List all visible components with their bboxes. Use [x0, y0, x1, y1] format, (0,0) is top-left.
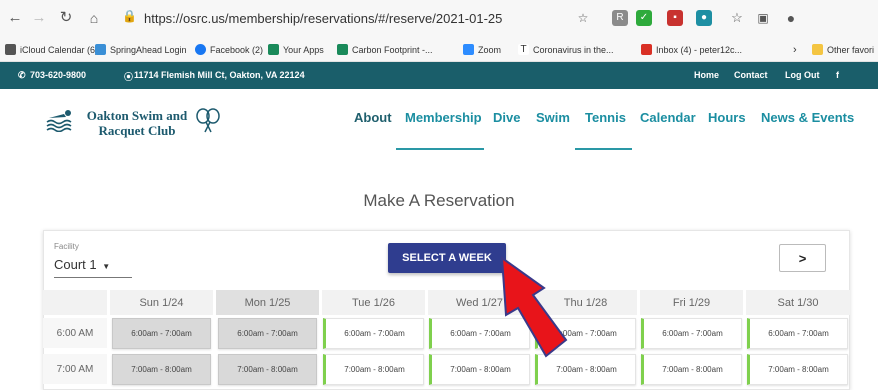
time-slot: 6:00am - 7:00am — [218, 318, 317, 349]
topbar-link-logout[interactable]: Log Out — [785, 70, 820, 80]
facebook-icon[interactable]: f — [836, 70, 839, 80]
profile-icon[interactable]: ● — [782, 9, 800, 27]
select-week-button[interactable]: SELECT A WEEK — [388, 243, 506, 273]
bookmark-carbon[interactable]: Carbon Footprint -... — [337, 37, 433, 62]
apple-icon — [5, 44, 16, 55]
favorite-icon[interactable]: ☆ — [574, 9, 592, 27]
phone-icon: ✆ — [18, 70, 26, 80]
time-column-header — [43, 290, 107, 315]
bookmark-springahead[interactable]: SpringAhead Login — [95, 37, 187, 62]
nav-news-events[interactable]: News & Events — [761, 110, 854, 125]
time-label: 7:00 AM — [43, 354, 107, 384]
nav-active-underline-membership — [396, 148, 484, 150]
gmail-icon — [641, 44, 652, 55]
bookmark-your-apps[interactable]: Your Apps — [268, 37, 324, 62]
time-slot[interactable]: 6:00am - 7:00am — [641, 318, 742, 349]
facility-label: Facility — [54, 242, 79, 251]
favorites-bar-icon[interactable]: ☆ — [728, 9, 746, 27]
time-slot: 6:00am - 7:00am — [112, 318, 211, 349]
leaf-icon — [337, 44, 348, 55]
annotation-arrow-icon — [500, 255, 568, 358]
nav-tennis[interactable]: Tennis — [585, 110, 626, 125]
facebook-icon — [195, 44, 206, 55]
bookmark-facebook[interactable]: Facebook (2) — [195, 37, 263, 62]
more-bookmarks-icon[interactable]: › — [793, 37, 797, 62]
page-title: Make A Reservation — [363, 191, 515, 210]
day-header: Sun 1/24 — [110, 290, 213, 315]
day-header: Fri 1/29 — [640, 290, 743, 315]
tennis-rackets-icon — [196, 108, 220, 133]
bookmark-other[interactable]: Other favori — [812, 37, 874, 62]
time-slot[interactable]: 7:00am - 8:00am — [323, 354, 424, 385]
apps-icon — [268, 44, 279, 55]
grid-icon — [95, 44, 106, 55]
home-icon[interactable]: ⌂ — [85, 9, 103, 27]
day-header: Mon 1/25 — [216, 290, 319, 315]
facility-select[interactable]: Court 1 ▼ — [54, 257, 110, 272]
nav-active-underline-tennis — [575, 148, 632, 150]
nav-membership[interactable]: Membership — [405, 110, 482, 125]
next-week-button[interactable]: > — [779, 244, 826, 272]
lock-icon: 🔒 — [122, 9, 137, 23]
extension-icon[interactable]: R — [612, 10, 628, 26]
bookmark-zoom[interactable]: Zoom — [463, 37, 501, 62]
time-slot[interactable]: 7:00am - 8:00am — [641, 354, 742, 385]
swim-logo-icon — [46, 110, 72, 132]
address-bar[interactable]: 🔒 https://osrc.us/membership/reservation… — [110, 6, 530, 30]
facility-underline — [54, 277, 132, 278]
topbar-link-contact[interactable]: Contact — [734, 70, 768, 80]
bookmark-icloud[interactable]: iCloud Calendar (6) — [5, 37, 98, 62]
url-text[interactable]: https://osrc.us/membership/reservations/… — [144, 11, 502, 26]
check-extension-icon[interactable]: ✓ — [636, 10, 652, 26]
day-header: Sat 1/30 — [746, 290, 850, 315]
day-header: Tue 1/26 — [322, 290, 425, 315]
extension-icon[interactable]: ▪ — [667, 10, 683, 26]
bookmarks-bar: iCloud Calendar (6) SpringAhead Login Fa… — [0, 37, 878, 62]
browser-toolbar: ← → ↻ ⌂ 🔒 https://osrc.us/membership/res… — [0, 0, 878, 37]
forward-icon[interactable]: → — [30, 9, 48, 27]
news-icon: T — [518, 44, 529, 55]
bookmark-coronavirus[interactable]: T Coronavirus in the... — [518, 37, 614, 62]
time-slot[interactable]: 6:00am - 7:00am — [323, 318, 424, 349]
nav-calendar[interactable]: Calendar — [640, 110, 696, 125]
time-slot: 7:00am - 8:00am — [112, 354, 211, 385]
time-slot[interactable]: 7:00am - 8:00am — [747, 354, 848, 385]
address[interactable]: 11714 Flemish Mill Ct, Oakton, VA 22124 — [134, 70, 305, 80]
club-logo-text[interactable]: Oakton Swim and Racquet Club — [82, 108, 192, 138]
zoom-icon — [463, 44, 474, 55]
site-topbar: ✆ 703-620-9800 ⦿ 11714 Flemish Mill Ct, … — [0, 62, 878, 89]
topbar-link-home[interactable]: Home — [694, 70, 719, 80]
phone-number[interactable]: 703-620-9800 — [30, 70, 86, 80]
time-slot: 7:00am - 8:00am — [218, 354, 317, 385]
extension-icon[interactable]: ● — [696, 10, 712, 26]
nav-hours[interactable]: Hours — [708, 110, 746, 125]
time-label: 6:00 AM — [43, 318, 107, 348]
nav-swim[interactable]: Swim — [536, 110, 570, 125]
dropdown-caret-icon: ▼ — [102, 262, 111, 271]
back-icon[interactable]: ← — [6, 9, 24, 27]
time-slot[interactable]: 6:00am - 7:00am — [747, 318, 848, 349]
nav-about[interactable]: About — [354, 110, 392, 125]
location-icon: ⦿ — [124, 72, 134, 82]
bookmark-inbox[interactable]: Inbox (4) - peter12c... — [641, 37, 742, 62]
reload-icon[interactable]: ↻ — [57, 9, 75, 27]
nav-dive[interactable]: Dive — [493, 110, 520, 125]
collections-icon[interactable]: ▣ — [754, 9, 772, 27]
folder-icon — [812, 44, 823, 55]
